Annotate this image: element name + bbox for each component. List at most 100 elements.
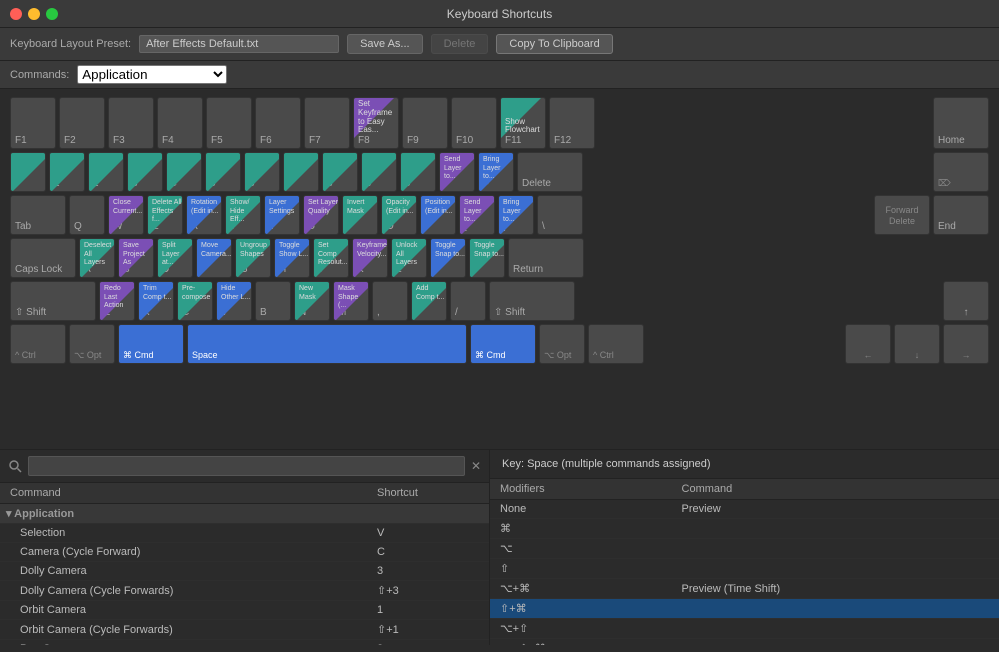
modifier-row[interactable]: ⌥: [490, 539, 999, 559]
table-row[interactable]: Camera (Cycle Forward)C: [0, 543, 489, 562]
key-4[interactable]: 4: [166, 152, 202, 192]
key-h[interactable]: ToggleShow L... H: [274, 238, 310, 278]
key-ctrl-r[interactable]: ^ Ctrl: [588, 324, 644, 364]
key-opt-r[interactable]: ⌥ Opt: [539, 324, 585, 364]
table-row[interactable]: Dolly Camera (Cycle Forwards)⇧+3: [0, 581, 489, 601]
key-f10[interactable]: F10: [451, 97, 497, 149]
key-5[interactable]: 5: [205, 152, 241, 192]
copy-to-clipboard-button[interactable]: Copy To Clipboard: [496, 34, 612, 54]
key-g[interactable]: UngroupShapes G: [235, 238, 271, 278]
key-0[interactable]: 0: [400, 152, 436, 192]
key-t[interactable]: Show/Hide Eff... T: [225, 195, 261, 235]
key-home[interactable]: Home: [933, 97, 989, 149]
key-m[interactable]: MaskShape (... M: [333, 281, 369, 321]
delete-button[interactable]: Delete: [431, 34, 489, 54]
key-slash[interactable]: /: [450, 281, 486, 321]
key-e[interactable]: Delete AllEffects f... E: [147, 195, 183, 235]
key-f5[interactable]: F5: [206, 97, 252, 149]
key-k[interactable]: KeyframeVelocity... K: [352, 238, 388, 278]
table-row[interactable]: SelectionV: [0, 524, 489, 543]
key-f9[interactable]: F9: [402, 97, 448, 149]
key-a[interactable]: DeselectAll Layers A: [79, 238, 115, 278]
modifier-row[interactable]: ⌥+⇧+⌘: [490, 639, 999, 646]
key-cmd-l[interactable]: ⌘ Cmd: [118, 324, 184, 364]
key-f6[interactable]: F6: [255, 97, 301, 149]
table-row[interactable]: Dolly Camera3: [0, 562, 489, 581]
key-1[interactable]: 1: [49, 152, 85, 192]
key-right[interactable]: →: [943, 324, 989, 364]
search-clear-button[interactable]: ✕: [471, 459, 481, 473]
key-x[interactable]: TrimComp t... X: [138, 281, 174, 321]
maximize-button[interactable]: [46, 8, 58, 20]
key-f12[interactable]: F12: [549, 97, 595, 149]
key-p[interactable]: Position(Edit in... P: [420, 195, 456, 235]
key-space[interactable]: Space: [187, 324, 467, 364]
key-rbracket[interactable]: BringLayer to... ]: [498, 195, 534, 235]
key-backslash[interactable]: \: [537, 195, 583, 235]
key-w[interactable]: CloseCurrent... W: [108, 195, 144, 235]
key-l[interactable]: UnlockAll Layers L: [391, 238, 427, 278]
key-ctrl-l[interactable]: ^ Ctrl: [10, 324, 66, 364]
key-end[interactable]: End: [933, 195, 989, 235]
key-o[interactable]: Opacity(Edit in... O: [381, 195, 417, 235]
window-controls[interactable]: [10, 8, 58, 20]
key-delete[interactable]: Delete: [517, 152, 583, 192]
key-up[interactable]: ↑: [943, 281, 989, 321]
key-fwddel[interactable]: ⌦: [933, 152, 989, 192]
key-quote[interactable]: ToggleSnap to... ': [469, 238, 505, 278]
key-f1[interactable]: F1: [10, 97, 56, 149]
key-d[interactable]: SplitLayer at... D: [157, 238, 193, 278]
table-row[interactable]: Orbit Camera1: [0, 601, 489, 620]
key-period[interactable]: AddComp t... .: [411, 281, 447, 321]
key-f7[interactable]: F7: [304, 97, 350, 149]
key-semicolon[interactable]: ToggleSnap to... ;: [430, 238, 466, 278]
key-7[interactable]: 7: [283, 152, 319, 192]
key-q[interactable]: Q: [69, 195, 105, 235]
key-shift-l[interactable]: ⇧ Shift: [10, 281, 96, 321]
key-y[interactable]: LayerSettings Y: [264, 195, 300, 235]
search-input[interactable]: [28, 456, 465, 476]
key-u[interactable]: Set LayerQuality U: [303, 195, 339, 235]
key-left[interactable]: ←: [845, 324, 891, 364]
key-caps[interactable]: Caps Lock: [10, 238, 76, 278]
table-row[interactable]: Pan Camera2: [0, 640, 489, 646]
modifier-row[interactable]: NonePreview: [490, 500, 999, 519]
key-s[interactable]: SaveProject As S: [118, 238, 154, 278]
key-fwddel2[interactable]: Forward Delete: [874, 195, 930, 235]
modifier-row[interactable]: ⌥+⌘Preview (Time Shift): [490, 579, 999, 599]
key-n[interactable]: NewMask N: [294, 281, 330, 321]
key-lbracket[interactable]: SendLayer to... [: [459, 195, 495, 235]
modifier-row[interactable]: ⇧+⌘: [490, 599, 999, 619]
key-b[interactable]: B: [255, 281, 291, 321]
modifier-row[interactable]: ⌥+⇧: [490, 619, 999, 639]
key-j[interactable]: Set CompResolut... J: [313, 238, 349, 278]
minimize-button[interactable]: [28, 8, 40, 20]
key-f[interactable]: MoveCamera... F: [196, 238, 232, 278]
key-tilde[interactable]: `: [10, 152, 46, 192]
key-f8[interactable]: Set Keyframeto Easy Eas... F8: [353, 97, 399, 149]
key-2[interactable]: 2: [88, 152, 124, 192]
close-button[interactable]: [10, 8, 22, 20]
key-9[interactable]: 9: [361, 152, 397, 192]
key-c[interactable]: Pre-compose C: [177, 281, 213, 321]
key-minus[interactable]: SendLayer to... -: [439, 152, 475, 192]
key-equals[interactable]: BringLayer to... =: [478, 152, 514, 192]
key-return[interactable]: Return: [508, 238, 584, 278]
key-v[interactable]: HideOther L... V: [216, 281, 252, 321]
key-tab[interactable]: Tab: [10, 195, 66, 235]
table-row[interactable]: Orbit Camera (Cycle Forwards)⇧+1: [0, 620, 489, 640]
key-cmd-r[interactable]: ⌘ Cmd: [470, 324, 536, 364]
preset-select[interactable]: After Effects Default.txt: [139, 35, 339, 53]
commands-select[interactable]: Application: [77, 65, 227, 84]
key-z[interactable]: Redo LastAction Z: [99, 281, 135, 321]
key-comma[interactable]: ,: [372, 281, 408, 321]
modifier-row[interactable]: ⇧: [490, 559, 999, 579]
save-as-button[interactable]: Save As...: [347, 34, 423, 54]
key-f11[interactable]: ShowFlowchart F11: [500, 97, 546, 149]
key-r[interactable]: Rotation(Edit in... R: [186, 195, 222, 235]
modifier-row[interactable]: ⌘: [490, 519, 999, 539]
key-3[interactable]: 3: [127, 152, 163, 192]
key-f2[interactable]: F2: [59, 97, 105, 149]
key-shift-r[interactable]: ⇧ Shift: [489, 281, 575, 321]
key-6[interactable]: 6: [244, 152, 280, 192]
